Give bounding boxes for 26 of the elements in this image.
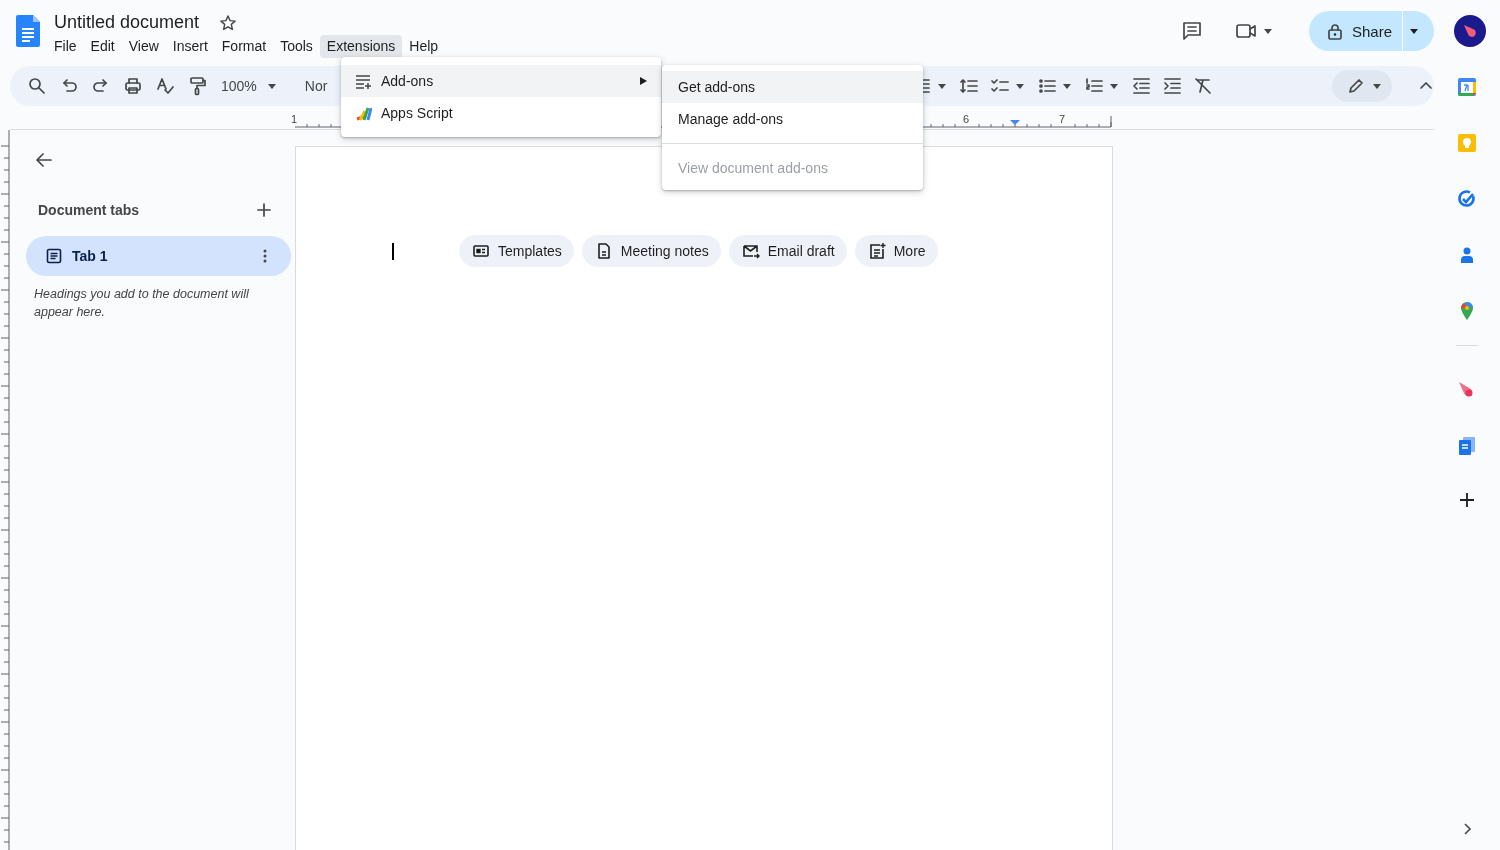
menu-item[interactable]: Tools [273, 35, 320, 58]
menu-option[interactable]: Manage add-ons [662, 103, 923, 135]
menu-option[interactable]: Apps Script [341, 97, 661, 129]
menu-item[interactable]: Format [214, 35, 274, 58]
menu-item[interactable]: Help [402, 35, 446, 58]
style-select[interactable]: Nor [304, 78, 328, 94]
menu-item[interactable]: View [121, 35, 166, 58]
document-title[interactable]: Untitled document [54, 11, 200, 34]
ruler-number: 6 [962, 113, 970, 125]
ruler-number: 1 [290, 113, 298, 125]
menu-option[interactable]: Add-ons [341, 65, 661, 97]
ruler-number: 7 [1058, 113, 1066, 125]
building-block-chip[interactable]: Templates [459, 235, 574, 267]
menu-item[interactable]: Insert [165, 35, 215, 58]
menu-item[interactable]: Edit [83, 35, 122, 58]
menu-option[interactable]: Get add-ons [662, 71, 923, 103]
sidebar-heading: Document tabs [38, 202, 140, 218]
building-block-chip[interactable]: Meeting notes [581, 235, 721, 267]
zoom-select[interactable]: 100% [221, 78, 257, 94]
building-block-chip[interactable]: Email draft [728, 235, 847, 267]
menu-option: View document add-ons [662, 152, 923, 184]
menu-item[interactable]: File [47, 35, 84, 58]
menu-item[interactable]: Extensions [319, 35, 403, 58]
building-block-chip[interactable]: More [854, 235, 938, 267]
document-tab[interactable]: Tab 1 [26, 236, 291, 276]
sidebar-hint: Headings you add to the document will appear here. [34, 286, 250, 321]
